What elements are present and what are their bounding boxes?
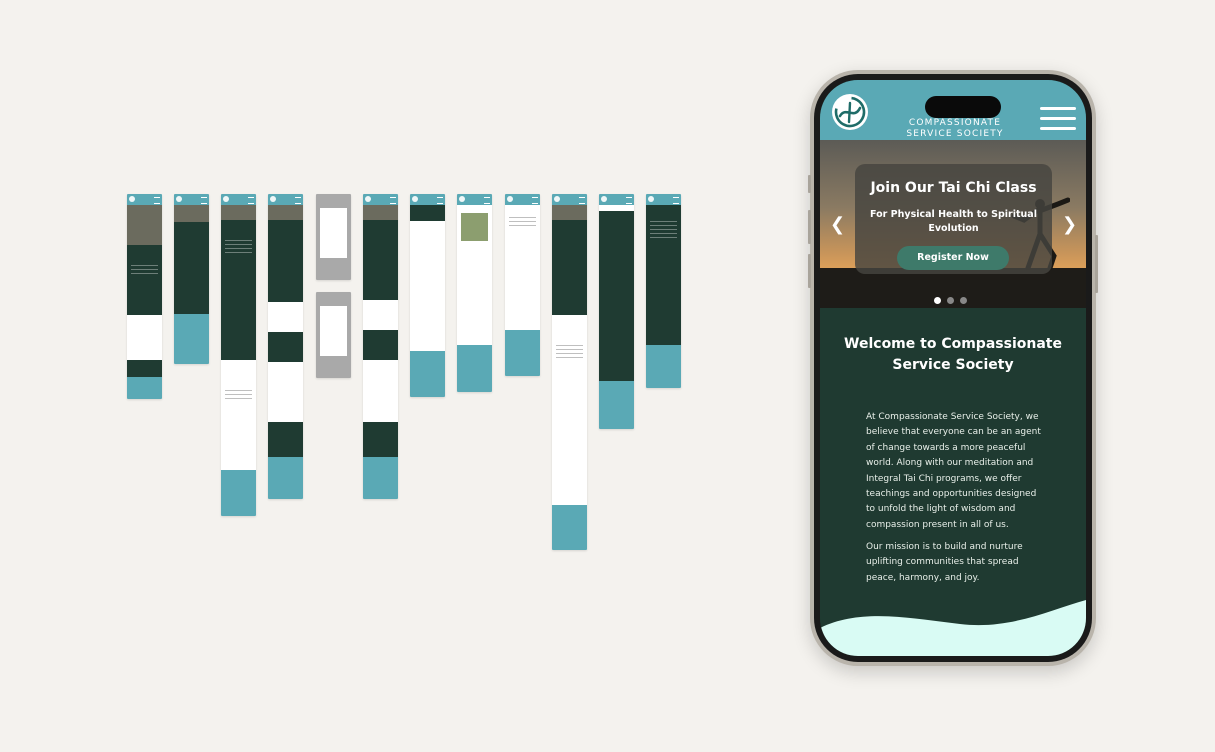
org-name-line1: COMPASSIONATE [908, 118, 1002, 128]
thumbnail-login-1 [316, 194, 351, 280]
page-thumbnail-gallery [0, 0, 760, 752]
thumbnail-events [410, 194, 445, 397]
welcome-paragraph-2: Our mission is to build and nurture upli… [866, 542, 1023, 583]
logo-icon[interactable] [832, 94, 868, 130]
org-name: COMPASSIONATE SERVICE SOCIETY [905, 118, 1005, 140]
thumbnail-teachers [599, 194, 634, 429]
thumbnail-contact [646, 194, 681, 388]
carousel-dots [934, 289, 973, 308]
chevron-left-icon[interactable]: ❮ [830, 214, 845, 235]
hamburger-menu-icon[interactable] [1040, 107, 1076, 130]
hero-title: Join Our Tai Chi Class [870, 180, 1037, 196]
hero-carousel: Join Our Tai Chi Class For Physical Heal… [820, 140, 1086, 308]
dynamic-island [925, 96, 1001, 118]
carousel-dot-3[interactable] [960, 297, 967, 304]
carousel-dot-2[interactable] [947, 297, 954, 304]
phone-mockup: COMPASSIONATE SERVICE SOCIETY Join Our T… [808, 70, 1098, 666]
thumbnail-login-2 [316, 292, 351, 378]
thumbnail-mission [268, 194, 303, 499]
welcome-heading: Welcome to Compassionate Service Society [844, 336, 1062, 373]
phone-screen: COMPASSIONATE SERVICE SOCIETY Join Our T… [820, 80, 1086, 656]
org-name-line2: SERVICE SOCIETY [906, 129, 1004, 139]
register-now-button[interactable]: Register Now [897, 246, 1009, 270]
hero-card: Join Our Tai Chi Class For Physical Heal… [855, 164, 1052, 274]
chevron-right-icon[interactable]: ❯ [1062, 214, 1077, 235]
hero-subtitle: For Physical Health to Spiritual Evoluti… [870, 209, 1037, 234]
thumbnail-about [221, 194, 256, 516]
mint-wave-divider [820, 600, 1086, 656]
thumbnail-meditation [457, 194, 492, 392]
thumbnail-history [552, 194, 587, 550]
thumbnail-programs [174, 194, 209, 364]
carousel-dot-1[interactable] [934, 297, 941, 304]
thumbnail-home [127, 194, 162, 399]
thumbnail-teachings [363, 194, 398, 499]
welcome-paragraph-1: At Compassionate Service Society, we bel… [866, 412, 1041, 530]
thumbnail-registration [505, 194, 540, 376]
